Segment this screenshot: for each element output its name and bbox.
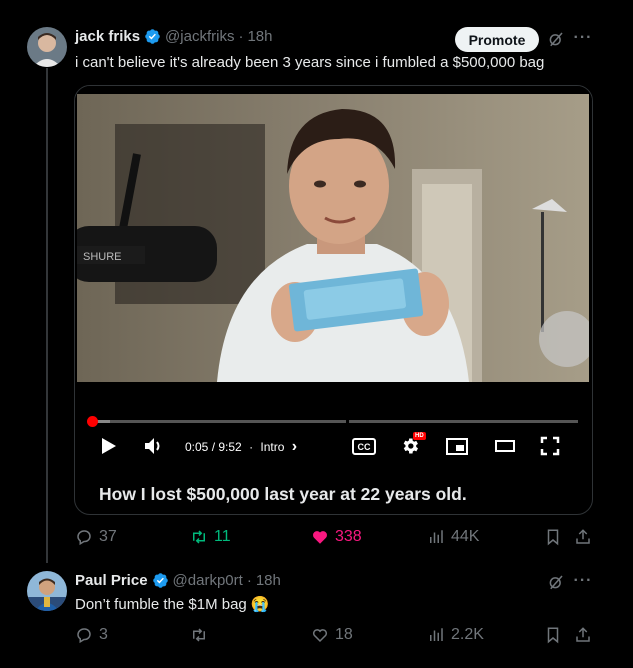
share-icon (576, 529, 590, 544)
views-chart-icon (430, 628, 443, 641)
current-time: 0:05 / 9:52 (185, 440, 242, 454)
tweet-text: Don’t fumble the $1M bag 😭 (75, 596, 270, 613)
miniplayer-icon[interactable] (445, 436, 469, 456)
avatar-image (27, 571, 67, 611)
closed-captions-button[interactable]: CC (351, 437, 377, 456)
separator-dot: · (238, 28, 244, 45)
retweet-count: 11 (214, 528, 231, 545)
settings-gear-icon[interactable]: HD (397, 432, 426, 458)
share-button[interactable] (574, 528, 592, 546)
video-title[interactable]: How I lost $500,000 last year at 22 year… (99, 484, 467, 505)
verified-badge-icon[interactable] (144, 28, 161, 45)
video-time-display: 0:05 / 9:52 · Intro › (185, 438, 301, 456)
share-icon (576, 627, 590, 642)
chapter-chevron-icon[interactable]: › (292, 438, 297, 455)
retweet-icon (193, 530, 205, 544)
avatar-paul-price[interactable] (27, 571, 67, 611)
video-card[interactable]: SHURE 0:05 / 9:52 · Intro › CC HD How I … (74, 85, 593, 515)
progress-chapter-divider (346, 419, 349, 424)
video-progress-bar[interactable] (87, 416, 578, 427)
tweet-timestamp[interactable]: 18h (247, 28, 272, 45)
avatar-image (27, 27, 67, 67)
chapter-name[interactable]: Intro (260, 440, 284, 454)
separator-dot: · (246, 572, 252, 589)
author-name[interactable]: Paul Price (75, 572, 148, 589)
promote-button[interactable]: Promote (455, 27, 539, 52)
fullscreen-icon[interactable] (539, 435, 561, 457)
retweet-icon (193, 628, 205, 642)
author-name[interactable]: jack friks (75, 28, 140, 45)
play-icon[interactable] (99, 436, 119, 456)
thread-connector-line (46, 68, 48, 563)
reply-count: 37 (99, 528, 117, 545)
mic-brand-text: SHURE (83, 251, 122, 263)
like-count: 338 (335, 528, 362, 545)
reply-button[interactable]: 3 (75, 626, 108, 644)
progress-scrubber-handle[interactable] (87, 416, 99, 427)
theater-mode-icon[interactable] (493, 436, 517, 456)
retweet-button[interactable]: 11 (190, 528, 231, 546)
heart-outline-icon (312, 629, 328, 643)
reply-button[interactable]: 37 (75, 528, 117, 546)
tweet-timestamp[interactable]: 18h (256, 572, 281, 589)
bookmark-icon (547, 627, 559, 644)
video-frame[interactable]: SHURE (77, 94, 589, 382)
cc-label: CC (352, 438, 376, 455)
more-options-icon[interactable]: ··· (573, 571, 593, 591)
like-count: 18 (335, 626, 353, 643)
share-button[interactable] (574, 626, 592, 644)
grok-icon[interactable] (546, 29, 566, 49)
tweet-text: i can't believe it's already been 3 year… (75, 54, 545, 71)
views-button[interactable]: 2.2K (427, 626, 484, 644)
bookmark-icon (547, 529, 559, 546)
reply-count: 3 (99, 626, 108, 643)
views-count: 44K (451, 528, 480, 545)
verified-badge-icon[interactable] (152, 572, 169, 589)
like-button[interactable]: 18 (311, 626, 353, 644)
like-button[interactable]: 338 (311, 528, 362, 546)
more-options-icon[interactable]: ··· (573, 28, 593, 48)
hd-badge: HD (413, 432, 426, 440)
views-count: 2.2K (451, 626, 484, 643)
heart-filled-icon (313, 531, 327, 544)
grok-icon[interactable] (546, 572, 566, 592)
author-handle[interactable]: @jackfriks (165, 28, 234, 45)
reply-icon (77, 628, 91, 644)
video-thumbnail-image: SHURE (77, 94, 589, 382)
volume-icon[interactable] (143, 436, 165, 456)
video-player[interactable]: SHURE 0:05 / 9:52 · Intro › CC HD (75, 86, 592, 471)
bookmark-button[interactable] (544, 528, 562, 546)
bookmark-button[interactable] (544, 626, 562, 644)
chapter-separator: · (249, 440, 254, 454)
tweet-header: Paul Price @darkp0rt · 18h (75, 572, 281, 589)
views-chart-icon (430, 530, 443, 543)
avatar-jack-friks[interactable] (27, 27, 67, 67)
retweet-button[interactable] (190, 626, 214, 644)
views-button[interactable]: 44K (427, 528, 479, 546)
reply-icon (77, 530, 91, 546)
tweet-header: jack friks @jackfriks · 18h (75, 28, 272, 45)
author-handle[interactable]: @darkp0rt (173, 572, 243, 589)
